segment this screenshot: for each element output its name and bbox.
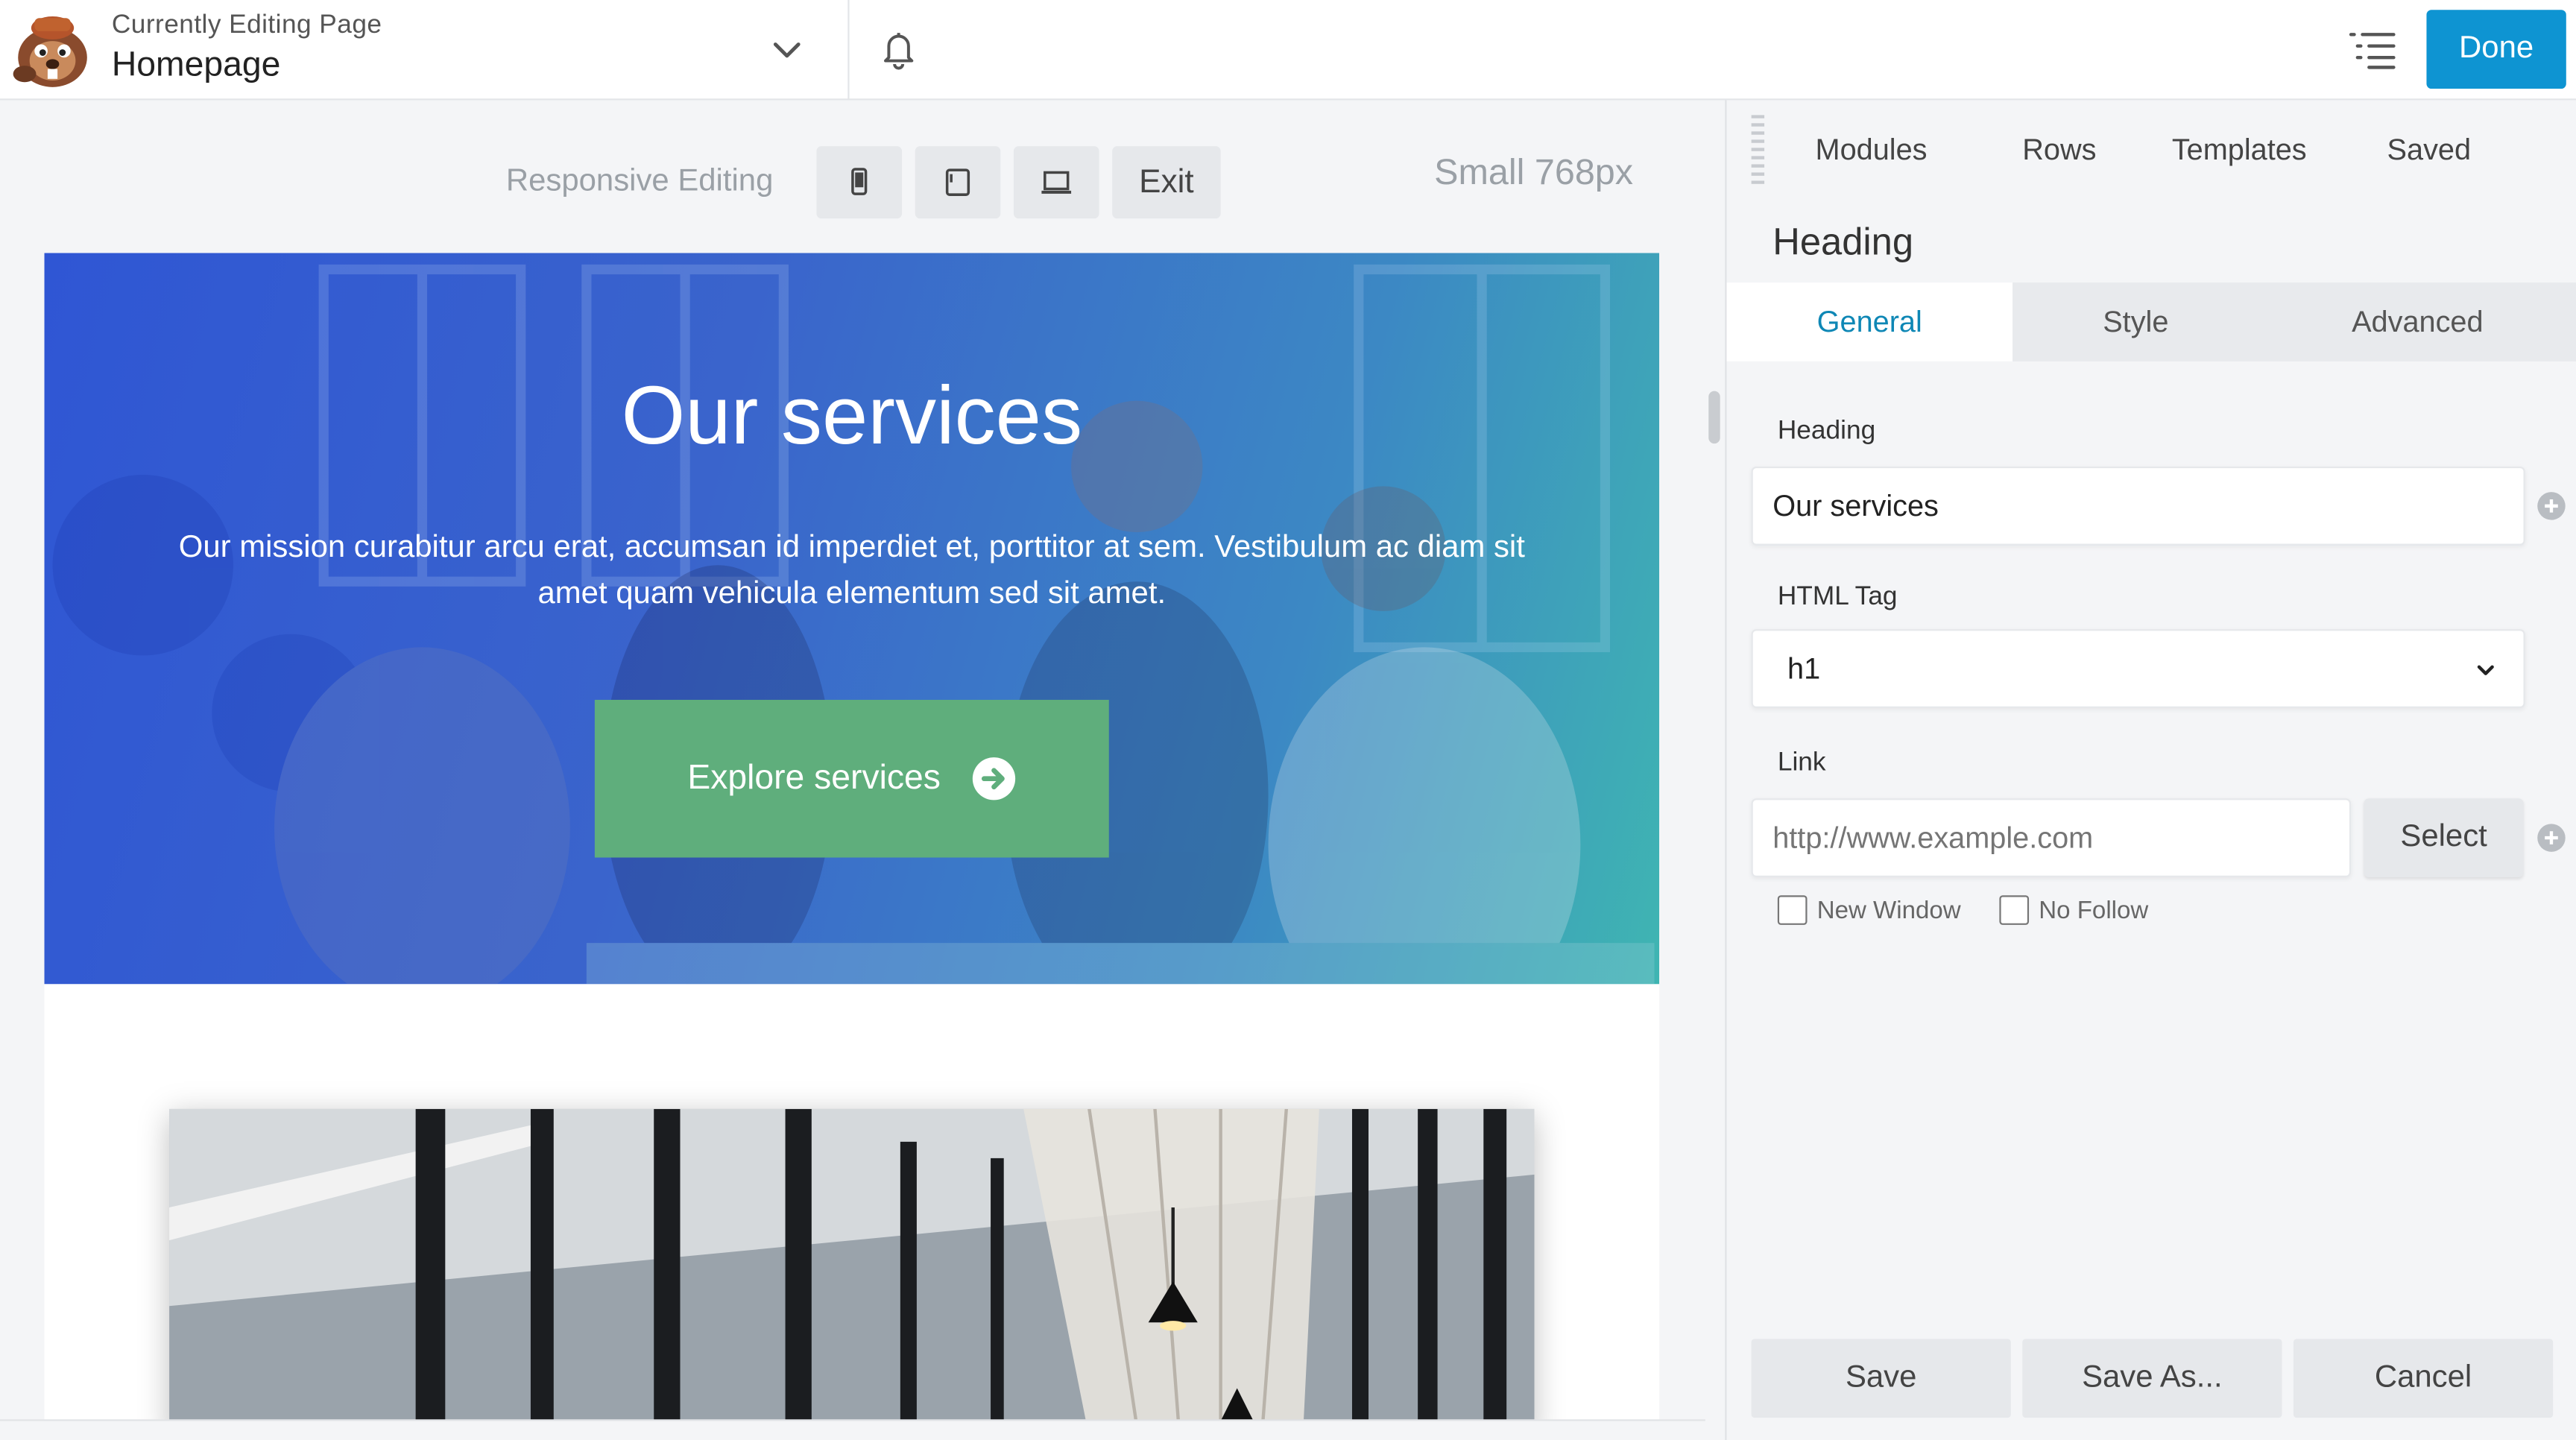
new-window-checkbox[interactable] <box>1777 895 1808 925</box>
heading-field-label: Heading <box>1777 417 1876 446</box>
done-button[interactable]: Done <box>2426 10 2566 89</box>
tab-advanced[interactable]: Advanced <box>2259 282 2576 361</box>
chevron-down-icon <box>2477 665 2494 675</box>
drag-grip-icon[interactable] <box>1751 115 1765 184</box>
page-title: Homepage <box>111 45 281 84</box>
plus-circle-icon[interactable] <box>2536 823 2566 853</box>
html-tag-value: h1 <box>1787 651 1821 685</box>
cancel-button[interactable]: Cancel <box>2293 1339 2554 1418</box>
settings-tabs: General Style Advanced <box>1726 282 2576 361</box>
canvas-scrollbar[interactable] <box>1708 391 1720 444</box>
bell-icon[interactable] <box>874 25 924 74</box>
heading-input[interactable]: Our services <box>1751 466 2525 546</box>
divider <box>847 0 850 101</box>
outline-list-icon[interactable] <box>2346 26 2399 72</box>
html-tag-select[interactable]: h1 <box>1751 629 2525 708</box>
tab-modules[interactable]: Modules <box>1816 133 1928 168</box>
phone-view-button[interactable] <box>816 146 903 219</box>
hero-heading[interactable]: Our services <box>45 368 1660 464</box>
tab-general[interactable]: General <box>1726 282 2013 361</box>
cta-label: Explore services <box>687 759 941 797</box>
module-title: Heading <box>1772 220 1914 263</box>
hero-background-image <box>52 264 1655 985</box>
tab-rows[interactable]: Rows <box>2022 133 2096 168</box>
tablet-view-button[interactable] <box>915 146 1001 219</box>
new-window-label: New Window <box>1816 897 1961 925</box>
canvas-bottom-edge <box>0 1419 1705 1421</box>
tab-templates[interactable]: Templates <box>2172 133 2307 168</box>
tablet-icon <box>945 168 970 196</box>
link-field-label: Link <box>1777 749 1826 777</box>
editing-label: Currently Editing Page <box>111 11 382 40</box>
laptop-icon <box>1041 171 1072 194</box>
exit-button[interactable]: Exit <box>1112 146 1221 219</box>
page-canvas: Our services Our mission curabitur arcu … <box>44 253 1660 1420</box>
plus-circle-icon[interactable] <box>2536 491 2566 521</box>
link-select-button[interactable]: Select <box>2364 798 2524 877</box>
top-bar: Currently Editing Page Homepage Done <box>0 0 2576 101</box>
hero-description: Our mission curabitur arcu erat, accumsa… <box>178 530 1525 611</box>
office-photo <box>169 1108 1535 1420</box>
save-as-button[interactable]: Save As... <box>2022 1339 2282 1418</box>
phone-icon <box>851 168 868 195</box>
breakpoint-size-label: Small 768px <box>1434 151 1634 192</box>
tab-saved[interactable]: Saved <box>2387 133 2472 168</box>
chevron-down-icon[interactable] <box>765 30 808 72</box>
arrow-circle-right-icon <box>971 757 1015 800</box>
responsive-editing-label: Responsive Editing <box>505 164 774 199</box>
save-button[interactable]: Save <box>1751 1339 2011 1418</box>
no-follow-checkbox[interactable] <box>1999 895 2030 925</box>
desktop-view-button[interactable] <box>1013 146 1099 219</box>
beaver-logo-icon <box>13 16 87 87</box>
no-follow-label: No Follow <box>2039 897 2149 925</box>
explore-services-button[interactable]: Explore services <box>594 699 1109 858</box>
hero-section[interactable]: Our services Our mission curabitur arcu … <box>44 253 1660 985</box>
html-tag-field-label: HTML Tag <box>1777 583 1898 611</box>
tab-style[interactable]: Style <box>2012 282 2259 361</box>
link-input[interactable] <box>1751 798 2352 877</box>
